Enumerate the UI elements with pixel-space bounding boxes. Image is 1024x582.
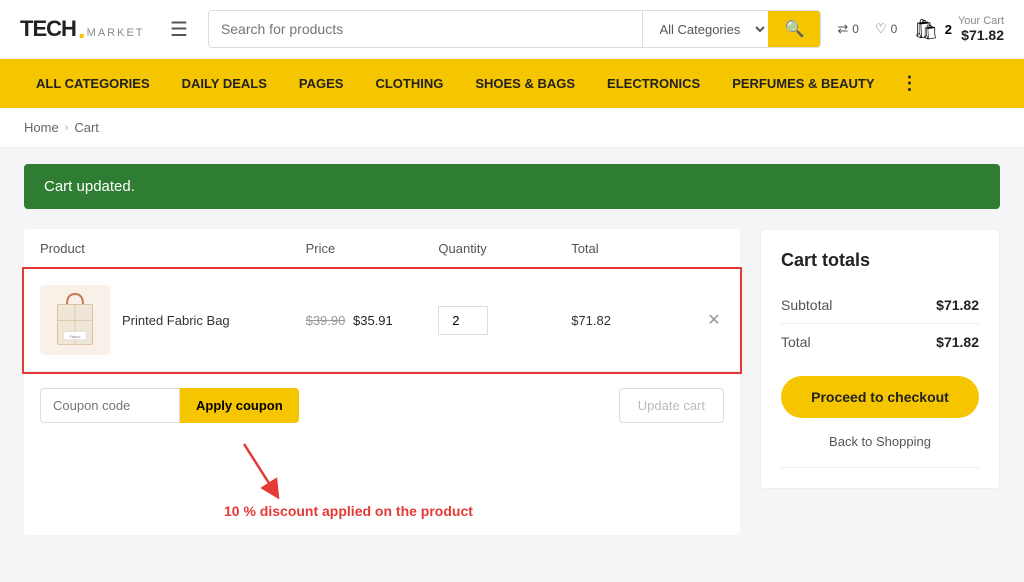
cart-sidebar: Cart totals Subtotal $71.82 Total $71.82…: [760, 229, 1000, 535]
quantity-input[interactable]: [438, 306, 488, 335]
annotation-arrow: [224, 439, 324, 499]
total-label: Total: [781, 334, 811, 350]
cart-main: Product Price Quantity Total: [24, 229, 740, 535]
logo-market: MARKET: [87, 27, 145, 39]
cart-button[interactable]: 🛍 2 Your Cart $71.82: [913, 15, 1004, 43]
subtotal-row: Subtotal $71.82: [781, 287, 979, 324]
cart-label: Your Cart: [958, 15, 1004, 27]
logo: TECH. MARKET: [20, 13, 150, 45]
col-price: Price: [306, 241, 439, 256]
wishlist-count: 0: [891, 22, 898, 36]
col-quantity: Quantity: [438, 241, 571, 256]
category-select[interactable]: All Categories: [642, 11, 768, 47]
header: TECH. MARKET ☰ All Categories 🔍 ⇄ 0 ♡ 0 …: [0, 0, 1024, 59]
total-cell: $71.82: [571, 313, 704, 328]
annotation-text: 10 % discount applied on the product: [224, 503, 473, 519]
bag-svg: Fabric: [50, 290, 100, 350]
nav-perfumes-beauty[interactable]: PERFUMES & BEAUTY: [716, 62, 890, 105]
price-cell: $39.90 $35.91: [306, 313, 439, 328]
total-value: $71.82: [936, 334, 979, 350]
breadcrumb: Home › Cart: [0, 108, 1024, 148]
cart-info: Your Cart $71.82: [958, 15, 1004, 43]
compare-count: 0: [852, 22, 859, 36]
compare-icon: ⇄: [837, 21, 848, 37]
page-content: Cart updated. Product Price Quantity Tot…: [0, 148, 1024, 551]
nav-electronics[interactable]: ELECTRONICS: [591, 62, 716, 105]
product-cell: Fabric Printed Fabric Bag: [40, 285, 306, 355]
nav-pages[interactable]: PAGES: [283, 62, 360, 105]
cart-layout: Product Price Quantity Total: [24, 229, 1000, 535]
compare-button[interactable]: ⇄ 0: [837, 21, 859, 37]
main-nav: ALL CATEGORIES DAILY DEALS PAGES CLOTHIN…: [0, 59, 1024, 108]
nav-all-categories[interactable]: ALL CATEGORIES: [20, 62, 166, 105]
search-bar: All Categories 🔍: [208, 10, 821, 48]
cart-totals-title: Cart totals: [781, 250, 979, 271]
col-total: Total: [571, 241, 704, 256]
total-row: Total $71.82: [781, 324, 979, 360]
coupon-area: Apply coupon: [40, 388, 299, 423]
search-input[interactable]: [209, 11, 643, 47]
cart-banner: Cart updated.: [24, 164, 1000, 209]
breadcrumb-separator: ›: [65, 122, 69, 134]
header-icons: ⇄ 0 ♡ 0 🛍 2 Your Cart $71.82: [837, 15, 1004, 43]
breadcrumb-current: Cart: [74, 120, 99, 135]
nav-daily-deals[interactable]: DAILY DEALS: [166, 62, 283, 105]
nav-clothing[interactable]: CLOTHING: [359, 62, 459, 105]
hamburger-button[interactable]: ☰: [166, 13, 192, 46]
cart-count: 2: [945, 22, 952, 37]
cart-actions: Apply coupon Update cart: [24, 372, 740, 439]
svg-text:Fabric: Fabric: [69, 334, 80, 339]
price-new: $35.91: [353, 313, 393, 328]
cart-table-header: Product Price Quantity Total: [24, 229, 740, 269]
nav-more-button[interactable]: ⋮: [891, 59, 929, 108]
coupon-input[interactable]: [40, 388, 180, 423]
remove-item-button[interactable]: ✕: [704, 310, 724, 330]
product-name: Printed Fabric Bag: [122, 313, 230, 328]
qty-cell: [438, 306, 571, 335]
cart-totals: Cart totals Subtotal $71.82 Total $71.82…: [760, 229, 1000, 489]
update-cart-button[interactable]: Update cart: [619, 388, 724, 423]
subtotal-value: $71.82: [936, 297, 979, 313]
logo-dot: .: [78, 13, 85, 45]
wishlist-button[interactable]: ♡ 0: [875, 21, 897, 37]
subtotal-label: Subtotal: [781, 297, 832, 313]
logo-tech: TECH: [20, 16, 76, 42]
cart-icon: 🛍: [913, 17, 938, 42]
apply-coupon-button[interactable]: Apply coupon: [180, 388, 299, 423]
totals-divider: [781, 467, 979, 468]
product-image: Fabric: [40, 285, 110, 355]
annotation-area: 10 % discount applied on the product: [24, 439, 740, 535]
cart-banner-message: Cart updated.: [44, 178, 135, 195]
heart-icon: ♡: [875, 21, 887, 37]
cart-total: $71.82: [958, 27, 1004, 43]
back-shopping-button[interactable]: Back to Shopping: [781, 424, 979, 459]
col-product: Product: [40, 241, 306, 256]
nav-shoes-bags[interactable]: SHOES & BAGS: [459, 62, 591, 105]
checkout-button[interactable]: Proceed to checkout: [781, 376, 979, 418]
search-button[interactable]: 🔍: [768, 11, 820, 47]
price-old: $39.90: [306, 313, 346, 328]
cart-row: Fabric Printed Fabric Bag $39.90 $35.91 …: [24, 269, 740, 372]
breadcrumb-home[interactable]: Home: [24, 120, 59, 135]
